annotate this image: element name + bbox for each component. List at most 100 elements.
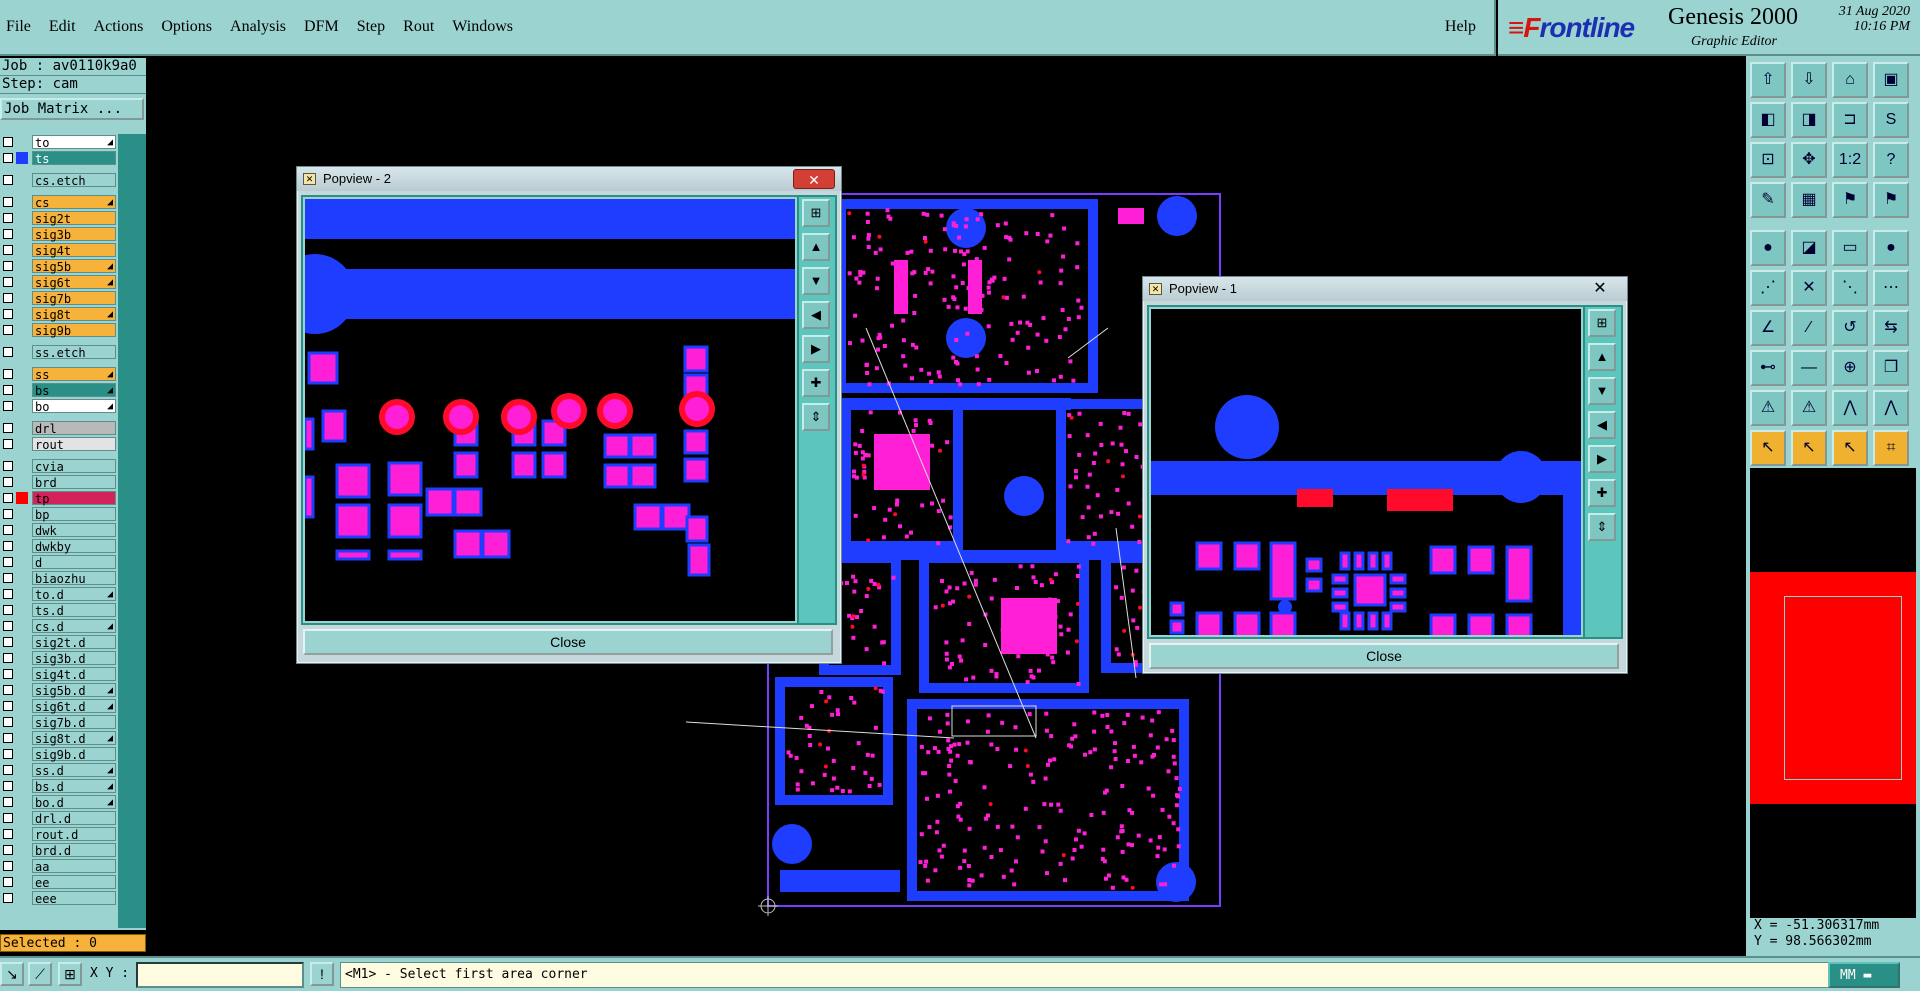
layer-color-indicator[interactable] — [16, 828, 28, 840]
layer-checkbox[interactable] — [3, 573, 13, 583]
layer-checkbox[interactable] — [3, 525, 13, 535]
layer-checkbox[interactable] — [3, 261, 13, 271]
layer-row[interactable]: sig5b.d ◢ — [0, 682, 118, 698]
layer-name[interactable]: sig7b.d — [32, 715, 116, 730]
layer-name[interactable]: ee — [32, 875, 116, 890]
menu-dfm[interactable]: DFM — [304, 18, 339, 36]
layer-color-indicator[interactable] — [16, 212, 28, 224]
layer-color-indicator[interactable] — [16, 292, 28, 304]
layer-checkbox[interactable] — [3, 765, 13, 775]
zoom-in-icon[interactable]: ✚ — [802, 369, 830, 397]
pan-left-icon[interactable]: ◀ — [802, 301, 830, 329]
layer-name[interactable]: sig3b.d — [32, 651, 116, 666]
layer-row[interactable]: dwkby — [0, 538, 118, 554]
layer-context-icon[interactable]: ◢ — [107, 684, 113, 698]
close-icon[interactable]: ✕ — [1579, 279, 1621, 299]
layer-name[interactable]: sig8t.d ◢ — [32, 731, 116, 746]
menu-rout[interactable]: Rout — [403, 18, 434, 36]
layer-checkbox[interactable] — [3, 829, 13, 839]
layer-row[interactable]: ts — [0, 150, 118, 166]
layer-color-indicator[interactable] — [16, 620, 28, 632]
layer-color-indicator[interactable] — [16, 892, 28, 904]
layer-checkbox[interactable] — [3, 717, 13, 727]
layer-row[interactable]: sig2t.d — [0, 634, 118, 650]
layer-checkbox[interactable] — [3, 493, 13, 503]
layer-name[interactable]: ts — [32, 151, 116, 166]
layer-row[interactable]: cs.etch — [0, 172, 118, 188]
layer-color-indicator[interactable] — [16, 764, 28, 776]
grid-icon[interactable]: ▦ — [1791, 182, 1827, 218]
pan-up-icon[interactable]: ▲ — [802, 233, 830, 261]
layer-color-indicator[interactable] — [16, 136, 28, 148]
layer-row[interactable]: rout.d — [0, 826, 118, 842]
layer-checkbox[interactable] — [3, 401, 13, 411]
layer-row[interactable]: drl.d — [0, 810, 118, 826]
layer-name[interactable]: cvia — [32, 459, 116, 474]
layer-checkbox[interactable] — [3, 621, 13, 631]
layer-row[interactable]: bs ◢ — [0, 382, 118, 398]
layer-color-indicator[interactable] — [16, 346, 28, 358]
layer-checkbox[interactable] — [3, 477, 13, 487]
layer-color-indicator[interactable] — [16, 460, 28, 472]
layer-color-indicator[interactable] — [16, 492, 28, 504]
layer-name[interactable]: sig6t.d ◢ — [32, 699, 116, 714]
layer-name[interactable]: drl.d — [32, 811, 116, 826]
dot-icon[interactable]: ● — [1873, 230, 1909, 266]
layer-name[interactable]: sig3b — [32, 227, 116, 242]
layer-color-indicator[interactable] — [16, 652, 28, 664]
layer-row[interactable]: bo.d ◢ — [0, 794, 118, 810]
layer-checkbox[interactable] — [3, 637, 13, 647]
layer-row[interactable]: drl — [0, 420, 118, 436]
menu-actions[interactable]: Actions — [94, 18, 144, 36]
layer-name[interactable]: brd.d — [32, 843, 116, 858]
layer-row[interactable]: sig4t.d — [0, 666, 118, 682]
flip-icon[interactable]: ⇆ — [1873, 310, 1909, 346]
scale-1-2-icon[interactable]: 1:2 — [1832, 142, 1868, 178]
layer-context-icon[interactable]: ◢ — [107, 276, 113, 290]
layer-name[interactable]: to ◢ — [32, 135, 116, 150]
layer-checkbox[interactable] — [3, 153, 13, 163]
triangle-icon[interactable]: ⚠ — [1750, 390, 1786, 426]
pan-down-icon[interactable]: ▼ — [1588, 377, 1616, 405]
close-icon[interactable]: ✕ — [793, 169, 835, 189]
measure-icon[interactable]: ⊷ — [1750, 350, 1786, 386]
popview-2-close-button[interactable]: Close — [303, 629, 833, 655]
layer-row[interactable]: bp — [0, 506, 118, 522]
grid-icon[interactable]: ⊞ — [58, 962, 82, 986]
fit-icon[interactable]: ⊞ — [802, 199, 830, 227]
layer-name[interactable]: bo.d ◢ — [32, 795, 116, 810]
menu-step[interactable]: Step — [357, 18, 385, 36]
ruler-icon[interactable]: ▭ — [1832, 230, 1868, 266]
layer-name[interactable]: rout.d — [32, 827, 116, 842]
fit-icon[interactable]: ⊞ — [1588, 309, 1616, 337]
layer-name[interactable]: dwkby — [32, 539, 116, 554]
select-box-icon[interactable]: ↖ — [1791, 430, 1827, 466]
connect-icon[interactable]: ⋰ — [1750, 270, 1786, 306]
layer-name[interactable]: tp — [32, 491, 116, 506]
layer-row[interactable]: brd.d — [0, 842, 118, 858]
fit-icon[interactable]: ⊐ — [1832, 102, 1868, 138]
layer-checkbox[interactable] — [3, 877, 13, 887]
layer-checkbox[interactable] — [3, 175, 13, 185]
pen-icon[interactable]: ✎ — [1750, 182, 1786, 218]
layer-color-indicator[interactable] — [16, 228, 28, 240]
layer-name[interactable]: brd — [32, 475, 116, 490]
menu-analysis[interactable]: Analysis — [230, 18, 286, 36]
layer-row[interactable]: sig3b.d — [0, 650, 118, 666]
layer-name[interactable]: sig5b ◢ — [32, 259, 116, 274]
unit-selector[interactable]: MM ▬ — [1828, 962, 1900, 988]
route-icon[interactable]: ⋯ — [1873, 270, 1909, 306]
info-icon[interactable]: ! — [310, 962, 334, 986]
xy-input[interactable] — [136, 962, 304, 988]
layer-color-indicator[interactable] — [16, 684, 28, 696]
layer-checkbox[interactable] — [3, 541, 13, 551]
layer-color-indicator[interactable] — [16, 668, 28, 680]
pan-right-icon[interactable]: ▶ — [802, 335, 830, 363]
layer-color-indicator[interactable] — [16, 796, 28, 808]
layer-checkbox[interactable] — [3, 701, 13, 711]
layer-row[interactable]: tp — [0, 490, 118, 506]
layer-checkbox[interactable] — [3, 439, 13, 449]
layer-row[interactable]: bo ◢ — [0, 398, 118, 414]
layer-color-indicator[interactable] — [16, 812, 28, 824]
layer-row[interactable]: sig6t.d ◢ — [0, 698, 118, 714]
